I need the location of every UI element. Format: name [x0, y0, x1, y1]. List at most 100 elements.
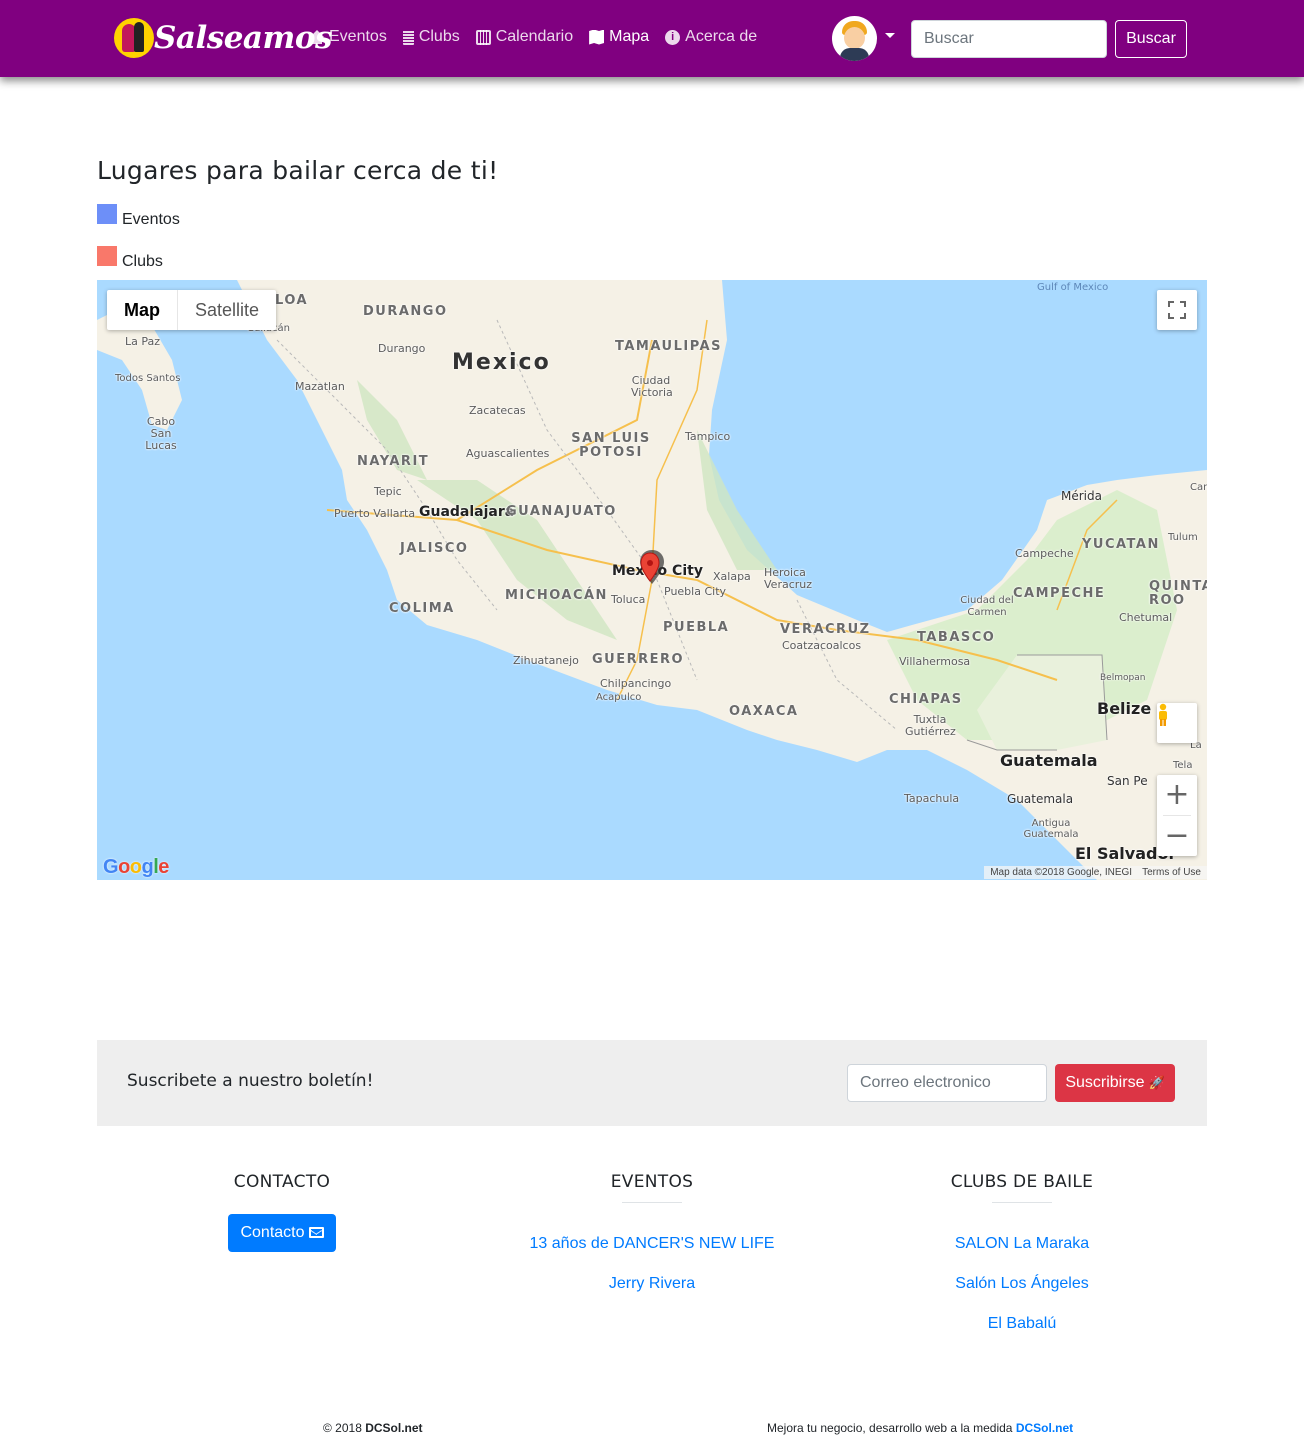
- copyright-text: © 2018: [323, 1421, 362, 1435]
- nav-item-label: Clubs: [418, 28, 460, 45]
- zoom-control: + −: [1157, 775, 1197, 856]
- map-label-tabasco: TABASCO: [917, 630, 996, 645]
- map-label-merida: Mérida: [1061, 489, 1102, 503]
- legend-item-clubs: Clubs: [97, 246, 163, 270]
- legend-label: Eventos: [122, 211, 180, 228]
- map-label-san-pedro: San Pe: [1107, 774, 1148, 788]
- map-label-puerto-vallarta: Puerto Vallarta: [334, 507, 416, 520]
- envelope-icon: [308, 1227, 324, 1238]
- newsletter-title: Suscribete a nuestro boletín!: [127, 1071, 374, 1091]
- map-label-tampico: Tampico: [685, 430, 731, 443]
- map-label-mazatlan: Mazatlan: [295, 380, 345, 393]
- credit-text: Mejora tu negocio, desarrollo web a la m…: [767, 1421, 1013, 1435]
- legend-swatch-clubs: [97, 246, 117, 266]
- map-label-yucatan: YUCATAN: [1082, 537, 1160, 552]
- nav-item-label: Acerca de: [685, 28, 758, 45]
- developer-credit: Mejora tu negocio, desarrollo web a la m…: [767, 1421, 1073, 1435]
- map-label-mexico: Mexico: [452, 350, 551, 375]
- search-input[interactable]: [911, 20, 1107, 58]
- brand-name: Salseamos: [154, 20, 332, 56]
- newsletter-section: Suscribete a nuestro boletín! Suscribirs…: [97, 1040, 1207, 1126]
- top-navbar: Salseamos Eventos Clubs Calendario Mapa …: [0, 0, 1304, 77]
- subscribe-button[interactable]: Suscribirse 🚀: [1055, 1064, 1175, 1102]
- zoom-in-button[interactable]: +: [1157, 775, 1197, 815]
- google-map[interactable]: Mexico DURANGO Durango TAMAULIPAS Ciudad…: [97, 280, 1207, 880]
- map-label-tepic: Tepic: [374, 485, 402, 498]
- footer-clubs-column: CLUBS DE BAILE SALON La Maraka Salón Los…: [837, 1172, 1207, 1333]
- map-label-la-paz: La Paz: [125, 335, 161, 348]
- footer-clubs-title: CLUBS DE BAILE: [950, 1172, 1094, 1192]
- footer-contact-column: CONTACTO Contacto: [97, 1172, 467, 1252]
- contact-button[interactable]: Contacto: [228, 1214, 336, 1252]
- map-label-villahermosa: Villahermosa: [899, 655, 971, 668]
- map-label-colima: COLIMA: [389, 601, 455, 616]
- contact-label: Contacto: [240, 1224, 305, 1241]
- map-label-belmopan: Belmopan: [1100, 673, 1146, 683]
- brand-logo-link[interactable]: Salseamos: [114, 16, 332, 60]
- map-label-zihuatanejo: Zihuatanejo: [513, 654, 579, 667]
- building-icon: [402, 29, 414, 45]
- terms-of-use-link[interactable]: Terms of Use: [1142, 867, 1201, 878]
- map-label-tela: Tela: [1173, 760, 1193, 771]
- footer-club-link[interactable]: SALON La Maraka: [837, 1235, 1207, 1253]
- nav-item-label: Eventos: [329, 28, 387, 45]
- footer-event-link[interactable]: 13 años de DANCER'S NEW LIFE: [467, 1235, 837, 1253]
- map-label-quintana-roo: QUINTA ROO: [1149, 579, 1207, 608]
- map-label-tuxtla: Tuxtla Gutiérrez: [905, 713, 956, 738]
- nav-item-clubs[interactable]: Clubs: [402, 28, 460, 46]
- footer-event-link[interactable]: Jerry Rivera: [467, 1275, 837, 1293]
- user-menu-caret-icon[interactable]: [885, 33, 895, 38]
- zoom-out-button[interactable]: −: [1157, 816, 1197, 856]
- legend-swatch-eventos: [97, 204, 117, 224]
- map-label-acapulco: Acapulco: [596, 692, 642, 703]
- nav-item-calendario[interactable]: Calendario: [475, 28, 574, 46]
- map-label-belize: Belize: [1097, 699, 1152, 718]
- map-label-guatemala-country: Guatemala: [1000, 751, 1098, 770]
- map-type-satellite-button[interactable]: Satellite: [177, 290, 276, 330]
- map-label-aguascalientes: Aguascalientes: [466, 447, 550, 460]
- info-icon: i: [665, 29, 681, 45]
- copyright-brand: DCSol.net: [365, 1421, 423, 1435]
- map-type-control: Map Satellite: [107, 290, 277, 330]
- footer-club-link[interactable]: Salón Los Ángeles: [837, 1275, 1207, 1293]
- map-marker-club[interactable]: [637, 548, 667, 588]
- copyright: © 2018 DCSol.net: [323, 1421, 423, 1435]
- map-label-tamaulipas: TAMAULIPAS: [615, 339, 722, 354]
- legend-item-eventos: Eventos: [97, 204, 180, 228]
- nav-item-label: Mapa: [609, 28, 650, 45]
- map-label-guanajuato: GUANAJUATO: [506, 504, 617, 519]
- legend-label: Clubs: [122, 253, 163, 270]
- footer-club-link[interactable]: El Babalú: [837, 1315, 1207, 1333]
- map-label-heroica-veracruz: Heroica Veracruz: [764, 566, 813, 591]
- rocket-icon: 🚀: [1148, 1075, 1165, 1090]
- map-label-puebla-city: Puebla City: [664, 585, 727, 598]
- map-label-veracruz-state: VERACRUZ: [780, 622, 871, 637]
- user-avatar[interactable]: [832, 16, 877, 61]
- map-label-cancun: Can: [1190, 482, 1207, 493]
- map-label-chetumal: Chetumal: [1119, 611, 1173, 624]
- map-label-cabo-san-lucas: Cabo San Lucas: [145, 415, 177, 452]
- map-label-puebla-state: PUEBLA: [663, 620, 730, 635]
- map-type-map-button[interactable]: Map: [107, 290, 177, 330]
- nav-item-eventos[interactable]: Eventos: [309, 28, 387, 46]
- map-label-chilpancingo: Chilpancingo: [600, 677, 672, 690]
- pegman-icon: [1159, 703, 1167, 726]
- map-label-sinaloa: LOA: [275, 293, 309, 308]
- credit-link[interactable]: DCSol.net: [1016, 1421, 1073, 1435]
- page-title: Lugares para bailar cerca de ti!: [97, 156, 499, 185]
- nav-item-acerca-de[interactable]: i Acerca de: [665, 28, 757, 46]
- google-logo: Google: [103, 856, 169, 878]
- map-label-oaxaca: OAXACA: [729, 704, 799, 719]
- street-view-button[interactable]: [1157, 703, 1197, 743]
- nav-item-label: Calendario: [495, 28, 574, 45]
- newsletter-email-input[interactable]: [847, 1064, 1047, 1102]
- map-label-zacatecas: Zacatecas: [469, 404, 526, 417]
- map-icon: [589, 29, 605, 45]
- map-label-tapachula: Tapachula: [904, 792, 960, 805]
- fullscreen-button[interactable]: [1157, 290, 1197, 330]
- nav-links: Eventos Clubs Calendario Mapa i Acerca d…: [309, 28, 773, 46]
- search-button[interactable]: Buscar: [1115, 20, 1187, 58]
- nav-item-mapa[interactable]: Mapa: [589, 28, 649, 46]
- footer-events-column: EVENTOS 13 años de DANCER'S NEW LIFE Jer…: [467, 1172, 837, 1293]
- footer-events-title: EVENTOS: [610, 1172, 694, 1192]
